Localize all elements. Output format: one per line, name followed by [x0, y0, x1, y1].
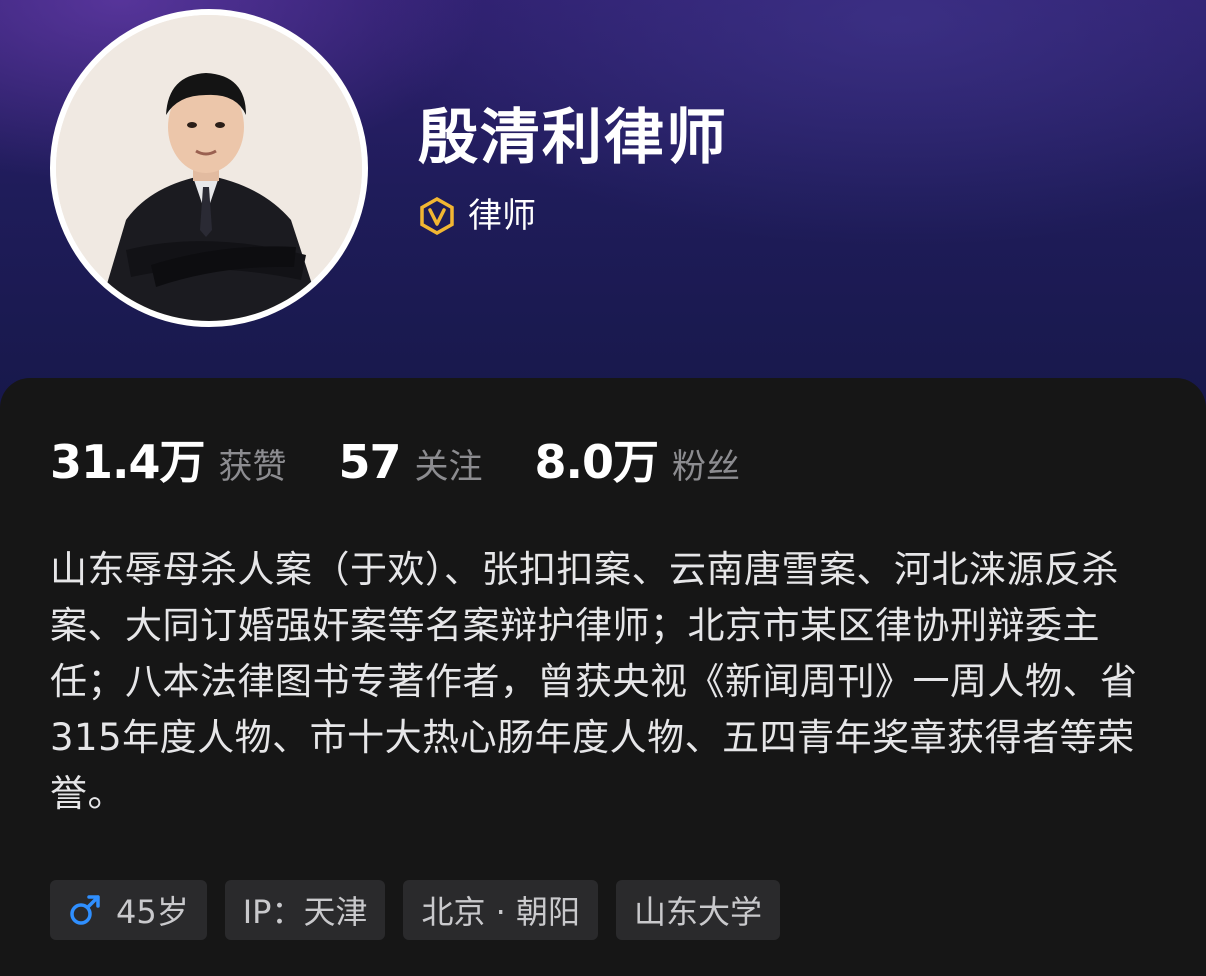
profile-tags: 45岁 IP：天津 北京 · 朝阳 山东大学	[50, 880, 798, 940]
tag-location-label: 北京 · 朝阳	[421, 893, 581, 931]
stat-following-value: 57	[338, 435, 402, 489]
male-icon	[68, 893, 102, 927]
stat-likes-value: 31.4万	[50, 435, 205, 489]
tag-location: 北京 · 朝阳	[403, 880, 599, 940]
verified-label: 律师	[468, 196, 536, 236]
profile-info-card: 31.4万 获赞 57 关注 8.0万 粉丝 山东辱母杀人案（于欢）、张扣扣案、…	[0, 378, 1206, 976]
profile-bio: 山东辱母杀人案（于欢）、张扣扣案、云南唐雪案、河北涞源反杀案、大同订婚强奸案等名…	[50, 548, 1138, 815]
avatar[interactable]	[50, 9, 368, 327]
avatar-photo	[56, 15, 362, 321]
profile-name: 殷清利律师	[418, 103, 728, 173]
stat-likes[interactable]: 31.4万 获赞	[50, 426, 287, 492]
stat-likes-label: 获赞	[218, 447, 287, 487]
tag-ip: IP：天津	[224, 880, 386, 940]
profile-page: 殷清利律师 律师 31.4万 获赞 57 关注 8.0万 粉丝 山东辱母杀人案（…	[0, 0, 1206, 976]
stat-followers-value: 8.0万	[534, 435, 659, 489]
verified-v-badge-icon	[418, 196, 456, 236]
stat-followers-label: 粉丝	[672, 447, 741, 487]
tag-age-label: 45岁	[116, 893, 189, 931]
tag-gender-age: 45岁	[50, 880, 207, 940]
tag-school: 山东大学	[616, 880, 781, 940]
profile-stats: 31.4万 获赞 57 关注 8.0万 粉丝	[50, 426, 792, 496]
stat-following-label: 关注	[414, 447, 483, 487]
tag-school-label: 山东大学	[634, 893, 763, 931]
tag-ip-label: IP：天津	[242, 893, 368, 931]
verification-badge: 律师	[418, 196, 536, 236]
stat-following[interactable]: 57 关注	[339, 435, 483, 489]
stat-followers[interactable]: 8.0万 粉丝	[535, 426, 741, 492]
